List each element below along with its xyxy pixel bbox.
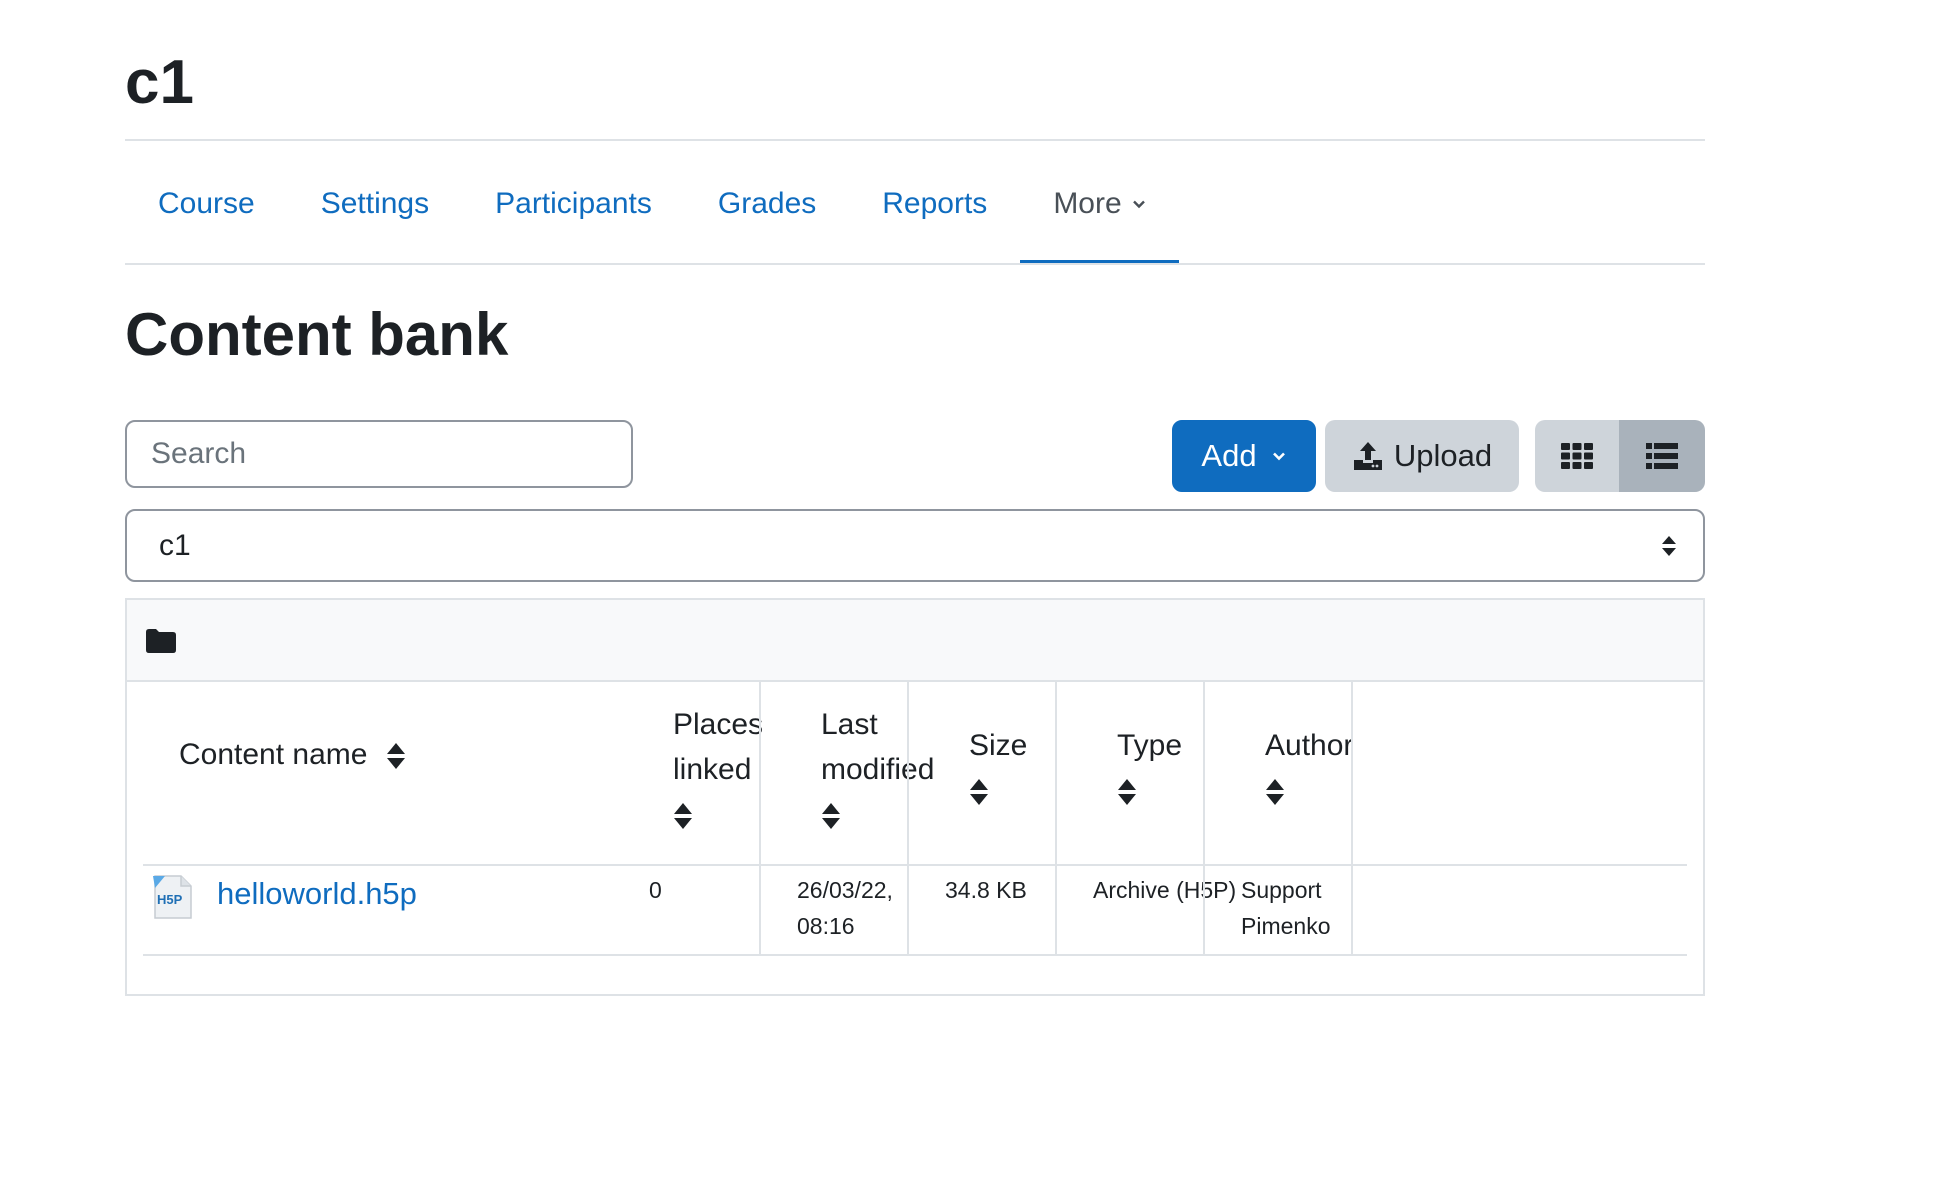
sort-icon <box>822 803 840 830</box>
header-content-name-label: Content name <box>179 738 368 771</box>
header-size-label: Size <box>969 729 1028 762</box>
cell-size: 34.8 KB <box>945 877 1027 903</box>
tab-reports-label: Reports <box>882 187 988 220</box>
sort-icon <box>674 803 692 830</box>
upload-button-label: Upload <box>1393 438 1493 473</box>
chevron-down-icon <box>1272 452 1285 461</box>
tab-reports[interactable]: Reports <box>849 143 1020 265</box>
upload-button[interactable]: Upload <box>1325 420 1519 492</box>
header-places-linked[interactable]: Places linked <box>673 702 763 837</box>
add-button-label: Add <box>1201 438 1257 473</box>
tab-participants-label: Participants <box>495 187 652 220</box>
tab-more[interactable]: More <box>1020 143 1180 265</box>
content-bank-panel: Content name Places linked Last modified… <box>125 598 1705 996</box>
column-divider <box>1203 682 1205 954</box>
grid-icon <box>1561 443 1593 469</box>
cell-places-linked: 0 <box>649 877 662 903</box>
sort-icon <box>1118 779 1136 806</box>
table-header: Content name Places linked Last modified… <box>143 682 1687 866</box>
header-content-name[interactable]: Content name <box>179 732 406 777</box>
select-arrows-icon <box>1662 536 1676 556</box>
column-divider <box>759 682 761 954</box>
header-modified-line2: modified <box>821 753 935 786</box>
search-input[interactable] <box>125 420 633 488</box>
header-divider <box>125 139 1705 141</box>
tab-grades[interactable]: Grades <box>685 143 849 265</box>
cell-modified-date: 26/03/22, <box>797 877 893 903</box>
header-size[interactable]: Size <box>969 723 1027 813</box>
grid-view-button[interactable] <box>1535 420 1619 492</box>
nav-divider <box>125 263 1705 265</box>
column-divider <box>907 682 909 954</box>
tab-course-label: Course <box>158 187 255 220</box>
header-author-label: Author <box>1265 729 1354 762</box>
cell-author: Support Pimenko <box>1241 872 1330 944</box>
cell-type: Archive (H5P) <box>1093 877 1237 903</box>
svg-text:H5P: H5P <box>157 892 183 907</box>
header-type-label: Type <box>1117 729 1183 762</box>
cell-author-first: Support <box>1241 877 1322 903</box>
context-select[interactable]: c1 <box>125 509 1705 582</box>
header-author[interactable]: Author <box>1265 723 1353 813</box>
context-select-value: c1 <box>159 528 191 562</box>
sort-icon <box>1266 779 1284 806</box>
tab-settings-label: Settings <box>320 187 430 220</box>
tab-participants[interactable]: Participants <box>462 143 685 265</box>
cell-last-modified: 26/03/22, 08:16 <box>797 872 893 944</box>
cell-modified-time: 08:16 <box>797 913 855 939</box>
cell-author-last: Pimenko <box>1241 913 1331 939</box>
tab-more-label: More <box>1053 187 1122 220</box>
add-button[interactable]: Add <box>1172 420 1316 492</box>
sort-icon <box>970 779 988 806</box>
table-row[interactable]: H5P helloworld.h5p 0 26/03/22, 08:16 34.… <box>143 864 1687 956</box>
course-navigation: Course Settings Participants Grades Repo… <box>125 143 1705 265</box>
folder-breadcrumb <box>127 600 1703 682</box>
header-type[interactable]: Type <box>1117 723 1182 813</box>
header-last-modified[interactable]: Last modified <box>821 702 934 837</box>
list-view-button[interactable] <box>1619 420 1705 492</box>
upload-icon <box>1353 442 1382 470</box>
header-modified-line1: Last <box>821 708 878 741</box>
sort-icon <box>386 743 405 770</box>
tab-grades-label: Grades <box>717 187 817 220</box>
header-places-line1: Places <box>673 708 764 741</box>
page-heading: Content bank <box>125 301 509 368</box>
chevron-down-icon <box>1132 200 1145 209</box>
tab-settings[interactable]: Settings <box>288 143 462 265</box>
folder-icon[interactable] <box>145 628 177 654</box>
content-name-link[interactable]: helloworld.h5p <box>217 876 417 912</box>
h5p-file-icon: H5P <box>153 875 192 919</box>
header-places-line2: linked <box>673 753 752 786</box>
column-divider <box>1055 682 1057 954</box>
course-title: c1 <box>125 48 194 117</box>
tab-course[interactable]: Course <box>125 143 288 265</box>
list-icon <box>1646 443 1678 469</box>
column-divider <box>1351 682 1353 954</box>
